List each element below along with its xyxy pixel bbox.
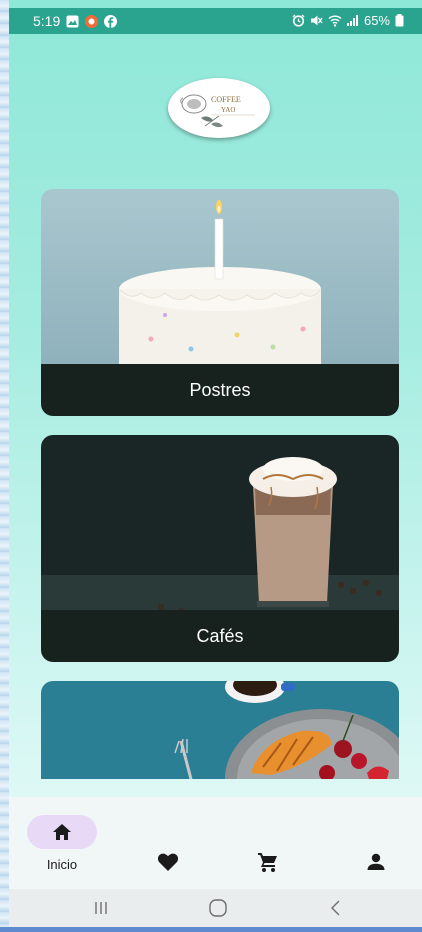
recent-apps-button[interactable]: [81, 895, 121, 921]
battery-icon: [395, 14, 408, 27]
home-button[interactable]: [198, 895, 238, 921]
home-circle-icon: [209, 899, 227, 917]
card-label-bar: Cafés: [41, 610, 399, 662]
coffee-yao-logo: COFFEE YAO: [168, 78, 270, 138]
screen-frame-left: [0, 0, 9, 932]
alarm-icon: [292, 14, 305, 27]
nav-label-inicio: Inicio: [46, 857, 78, 872]
status-left: 5:19: [33, 13, 118, 29]
facebook-notification-icon: [104, 14, 118, 28]
category-card-breakfast[interactable]: [41, 681, 399, 779]
person-icon: [367, 853, 385, 870]
nav-item-inicio[interactable]: Inicio: [27, 815, 97, 875]
cake-image: [41, 189, 399, 369]
status-time: 5:19: [33, 13, 61, 29]
nav-item-favorites[interactable]: [133, 815, 203, 875]
screen-frame-bottom: [0, 927, 422, 932]
bottom-navigation: Inicio: [9, 797, 422, 889]
recorder-notification-icon: [85, 14, 99, 28]
gallery-notification-icon: [66, 15, 79, 28]
logo-subname: YAO: [221, 106, 235, 114]
battery-percent: 65%: [363, 13, 390, 28]
croissant-image: [41, 681, 399, 779]
heart-icon: [157, 853, 179, 871]
status-right: 65%: [292, 13, 408, 28]
recent-apps-icon: [95, 902, 107, 914]
category-card-postres[interactable]: Postres: [41, 189, 399, 416]
nav-item-cart[interactable]: [233, 815, 303, 875]
category-card-cafes[interactable]: Cafés: [41, 435, 399, 662]
card-label-bar: Postres: [41, 364, 399, 416]
home-icon: [53, 824, 71, 840]
signal-icon: [346, 14, 359, 27]
status-bar: 5:19 65%: [9, 8, 422, 34]
logo-name: COFFEE: [211, 95, 241, 104]
nav-item-profile[interactable]: [341, 815, 411, 875]
back-button[interactable]: [316, 895, 356, 921]
system-navigation-bar: [9, 889, 422, 927]
card-label-cafes: Cafés: [196, 625, 244, 646]
cart-icon: [258, 853, 277, 872]
card-label-postres: Postres: [189, 379, 251, 400]
logo-graphic: COFFEE YAO: [180, 94, 255, 128]
wifi-icon: [328, 14, 342, 27]
back-chevron-icon: [331, 900, 340, 916]
frappe-image: [41, 435, 399, 615]
mute-icon: [310, 14, 323, 27]
